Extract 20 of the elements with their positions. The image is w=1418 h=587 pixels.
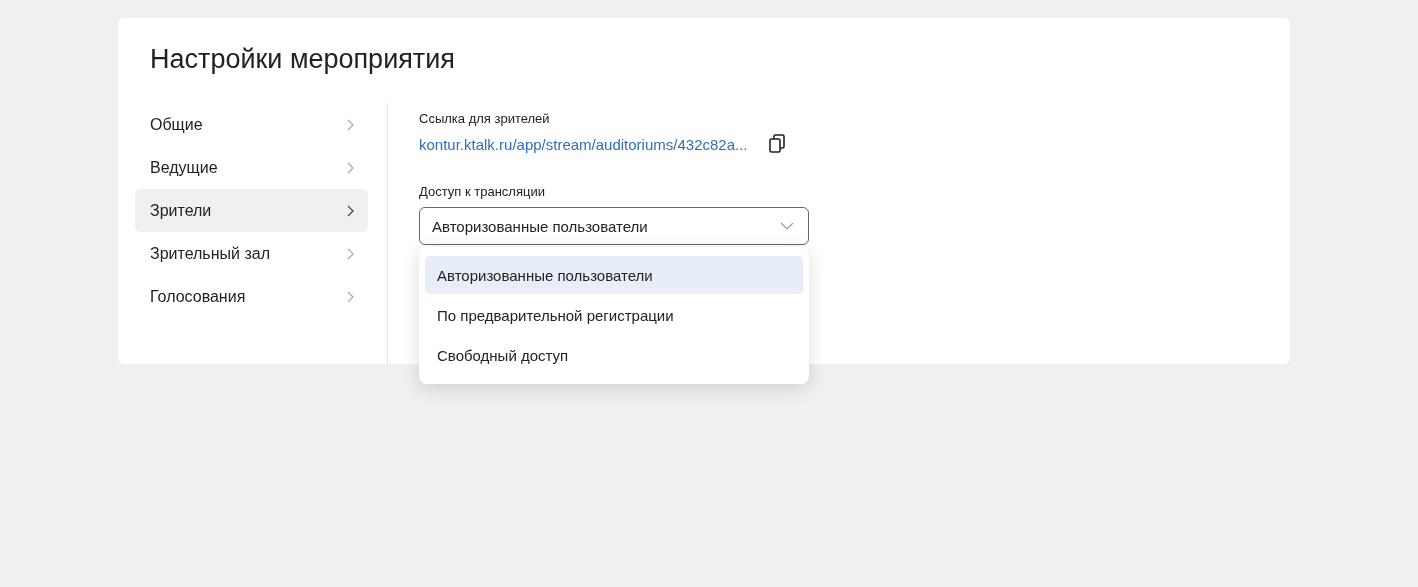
sidebar-item[interactable]: Зрители <box>135 189 368 232</box>
sidebar-item[interactable]: Общие <box>135 103 368 146</box>
chevron-right-icon <box>347 161 354 174</box>
field-label: Доступ к трансляции <box>419 184 546 199</box>
viewer-link[interactable]: kontur.ktalk.ru/app/stream/auditoriums/432c82a... <box>419 135 748 153</box>
chevron-right-icon <box>347 290 354 303</box>
chevron-right-icon <box>347 204 354 217</box>
chevron-down-icon <box>780 222 794 230</box>
dropdown-option[interactable]: Авторизованные пользователи <box>425 256 803 294</box>
sidebar-item[interactable]: Ведущие <box>135 146 368 189</box>
chevron-right-icon <box>347 118 354 131</box>
copy-icon[interactable] <box>767 134 786 154</box>
dropdown-option[interactable]: По предварительной регистрации <box>425 296 803 334</box>
sidebar-item[interactable]: Голосования <box>135 275 368 318</box>
field-label: Ссылка для зрителей <box>419 111 551 126</box>
sidebar-item[interactable]: Зрительный зал <box>135 232 368 275</box>
chevron-right-icon <box>347 247 354 260</box>
dropdown-option[interactable]: Свободный доступ <box>425 336 803 374</box>
page-title: Настройки мероприятия <box>150 44 456 75</box>
access-select[interactable]: Авторизованные пользователи <box>419 207 809 245</box>
